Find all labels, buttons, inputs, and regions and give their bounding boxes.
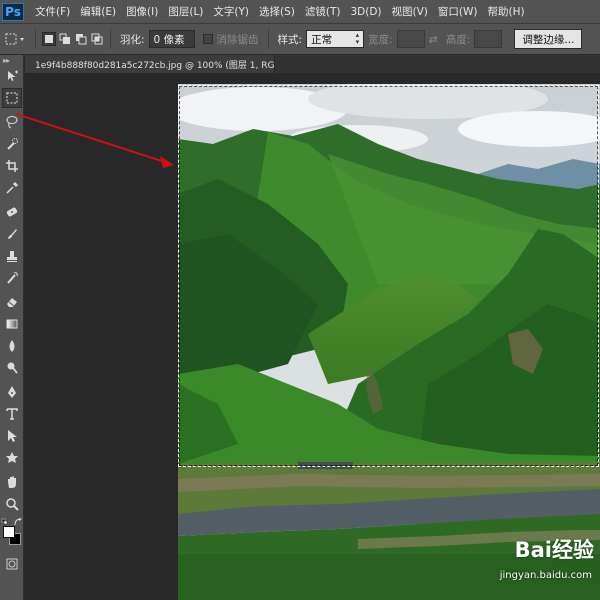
- watermark-url: jingyan.baidu.com: [499, 570, 592, 581]
- watermark-logo: Bai经验: [514, 538, 594, 562]
- baidu-jingyan-watermark: Bai经验 jingyan.baidu.com: [460, 532, 600, 592]
- foreground-color-swatch[interactable]: [3, 526, 15, 538]
- arrowhead-icon: [160, 156, 174, 168]
- annotation-arrow: [15, 113, 174, 168]
